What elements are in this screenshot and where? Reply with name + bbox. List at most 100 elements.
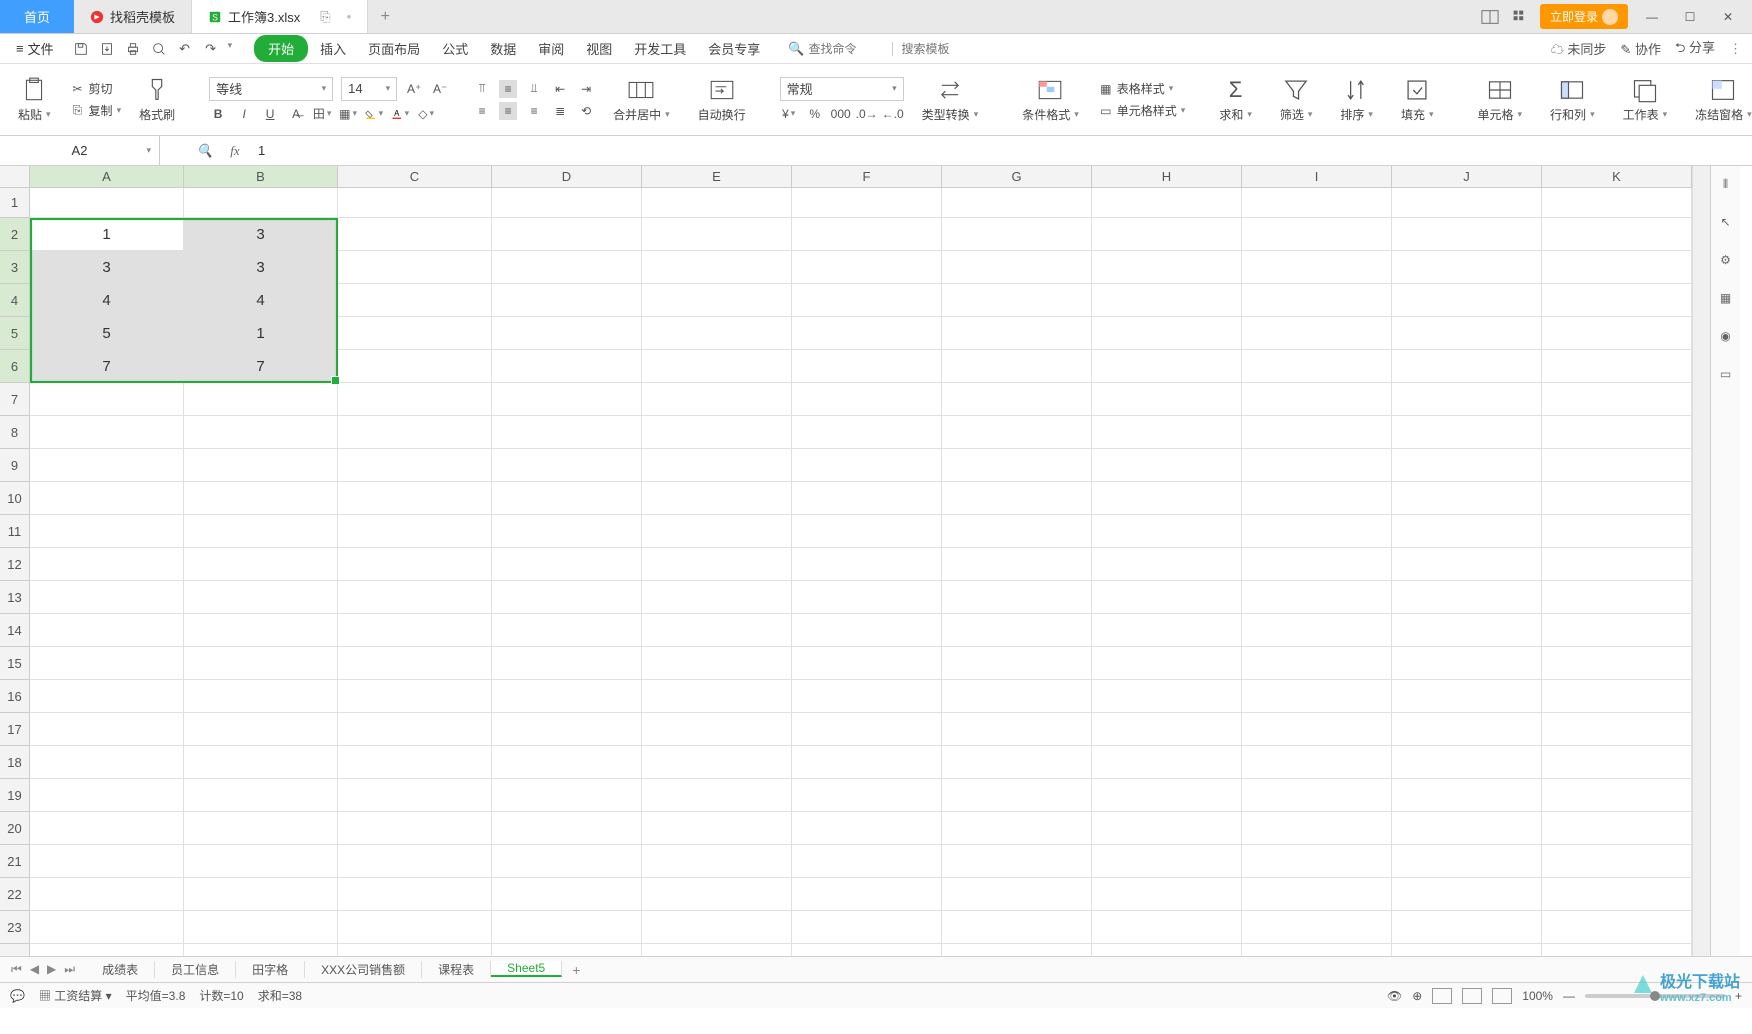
cell-C10[interactable] [338,482,492,515]
cell-B12[interactable] [184,548,338,581]
cell-B13[interactable] [184,581,338,614]
decrease-decimal-icon[interactable]: ←.0 [884,105,902,123]
cell-E5[interactable] [642,317,792,350]
view-break-icon[interactable] [1492,988,1512,1004]
menu-tab-8[interactable]: 会员专享 [698,35,770,62]
cell-H17[interactable] [1092,713,1242,746]
cell-F18[interactable] [792,746,942,779]
clear-icon[interactable]: ◇ [417,105,435,123]
cell-I19[interactable] [1242,779,1392,812]
cell-F2[interactable] [792,218,942,251]
increase-font-icon[interactable]: A⁺ [405,80,423,98]
cell-D5[interactable] [492,317,642,350]
cell-C5[interactable] [338,317,492,350]
row-header-18[interactable]: 18 [0,746,30,779]
view-normal-icon[interactable] [1432,988,1452,1004]
cell-C19[interactable] [338,779,492,812]
cell-C1[interactable] [338,188,492,218]
cell-G16[interactable] [942,680,1092,713]
row-header-20[interactable]: 20 [0,812,30,845]
row-header-7[interactable]: 7 [0,383,30,416]
cell-D19[interactable] [492,779,642,812]
chat-icon[interactable]: 💬 [10,989,25,1003]
fill-color-icon[interactable] [365,105,383,123]
cell-F24[interactable] [792,944,942,956]
cell-J9[interactable] [1392,449,1542,482]
cell-H22[interactable] [1092,878,1242,911]
cell-D13[interactable] [492,581,642,614]
cell-fill-style-icon[interactable]: ▦ [339,105,357,123]
cell-H11[interactable] [1092,515,1242,548]
cell-A16[interactable] [30,680,184,713]
cell-K23[interactable] [1542,911,1692,944]
row-header-1[interactable]: 1 [0,188,30,218]
cell-G23[interactable] [942,911,1092,944]
cell-B7[interactable] [184,383,338,416]
cell-B21[interactable] [184,845,338,878]
print-preview-icon[interactable] [150,40,168,58]
sheet-tab-2[interactable]: 田字格 [236,961,305,978]
cell-K11[interactable] [1542,515,1692,548]
row-header-21[interactable]: 21 [0,845,30,878]
cell-C12[interactable] [338,548,492,581]
zoom-value[interactable]: 100% [1522,989,1553,1003]
cell-D7[interactable] [492,383,642,416]
cell-G19[interactable] [942,779,1092,812]
cell-E16[interactable] [642,680,792,713]
search-template-input[interactable] [892,42,962,56]
cell-F20[interactable] [792,812,942,845]
cell-A14[interactable] [30,614,184,647]
cell-K8[interactable] [1542,416,1692,449]
cell-I14[interactable] [1242,614,1392,647]
cell-K15[interactable] [1542,647,1692,680]
vertical-scrollbar[interactable] [1692,166,1710,956]
cell-K2[interactable] [1542,218,1692,251]
cell-C21[interactable] [338,845,492,878]
zoom-fx-icon[interactable]: 🔍 [190,143,220,159]
cell-G21[interactable] [942,845,1092,878]
cell-I12[interactable] [1242,548,1392,581]
cell-A15[interactable] [30,647,184,680]
cell-C22[interactable] [338,878,492,911]
cell-F7[interactable] [792,383,942,416]
menu-tab-1[interactable]: 插入 [310,35,356,62]
menu-tab-2[interactable]: 页面布局 [358,35,430,62]
cell-A19[interactable] [30,779,184,812]
cell-A10[interactable] [30,482,184,515]
fx-icon[interactable]: fx [220,143,250,159]
cell-A24[interactable] [30,944,184,956]
cell-D3[interactable] [492,251,642,284]
sheet-tab-4[interactable]: 课程表 [422,961,491,978]
cell-E14[interactable] [642,614,792,647]
cell-H12[interactable] [1092,548,1242,581]
cell-D11[interactable] [492,515,642,548]
table-style-button[interactable]: ▦表格样式 [1097,80,1174,98]
cell-E15[interactable] [642,647,792,680]
cell-J14[interactable] [1392,614,1542,647]
cell-H8[interactable] [1092,416,1242,449]
cell-H7[interactable] [1092,383,1242,416]
cell-J8[interactable] [1392,416,1542,449]
cell-E17[interactable] [642,713,792,746]
cell-B2[interactable]: 3 [184,218,338,251]
cell-H3[interactable] [1092,251,1242,284]
cell-D9[interactable] [492,449,642,482]
cell-I6[interactable] [1242,350,1392,383]
cell-H16[interactable] [1092,680,1242,713]
sheet-add-button[interactable]: + [562,962,590,978]
name-box[interactable]: A2 [0,136,160,165]
cell-J3[interactable] [1392,251,1542,284]
cell-C17[interactable] [338,713,492,746]
col-header-D[interactable]: D [492,166,642,188]
row-header-12[interactable]: 12 [0,548,30,581]
cell-B3[interactable]: 3 [184,251,338,284]
cell-I17[interactable] [1242,713,1392,746]
menu-tab-7[interactable]: 开发工具 [624,35,696,62]
col-header-B[interactable]: B [184,166,338,188]
cell-F19[interactable] [792,779,942,812]
cell-K7[interactable] [1542,383,1692,416]
cell-I18[interactable] [1242,746,1392,779]
cell-B16[interactable] [184,680,338,713]
cell-I9[interactable] [1242,449,1392,482]
orientation-icon[interactable]: ⟲ [577,102,595,120]
